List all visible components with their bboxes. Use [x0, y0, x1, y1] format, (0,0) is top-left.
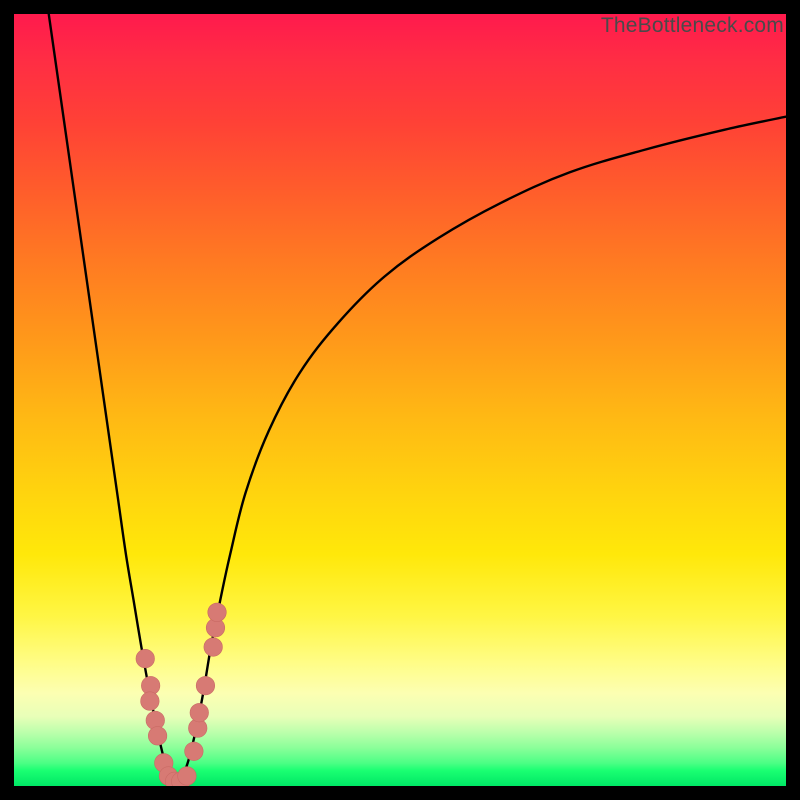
plot-area [14, 14, 786, 786]
data-marker [196, 676, 215, 695]
data-marker [136, 649, 155, 668]
left-curve [49, 14, 171, 782]
data-marker [204, 638, 223, 657]
chart-frame: TheBottleneck.com [0, 0, 800, 800]
data-marker [185, 742, 204, 761]
data-markers [136, 603, 226, 786]
data-marker [208, 603, 227, 622]
data-marker [178, 767, 197, 786]
data-marker [190, 703, 209, 722]
data-marker [148, 727, 167, 746]
watermark-text: TheBottleneck.com [601, 14, 784, 38]
data-marker [141, 692, 160, 711]
curve-layer [14, 14, 786, 786]
right-curve [180, 117, 786, 782]
